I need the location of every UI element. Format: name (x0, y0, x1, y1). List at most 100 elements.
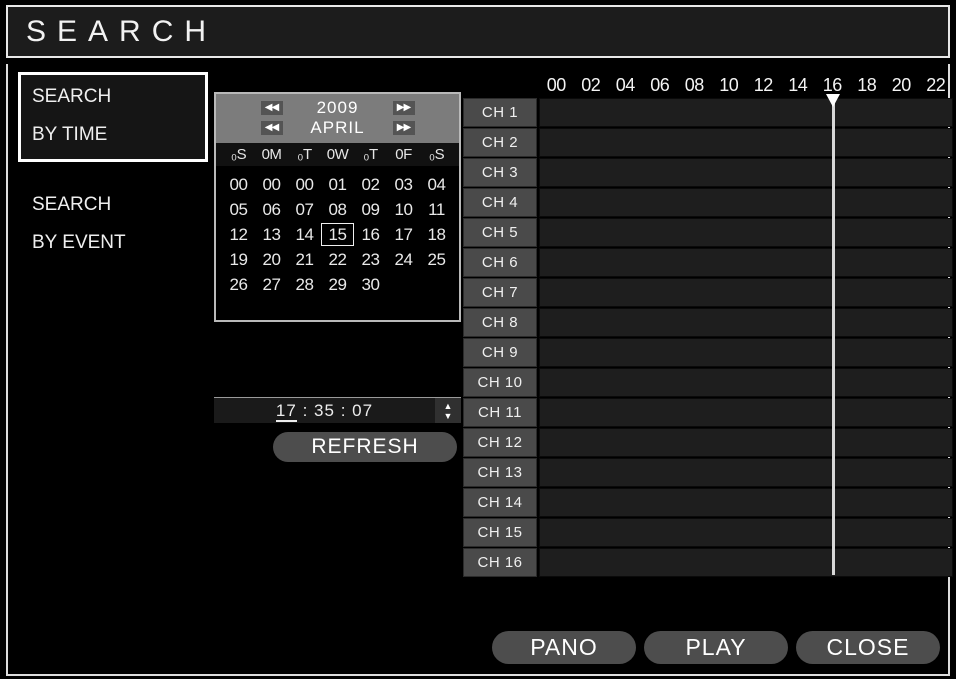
timeline-row: CH 3 (463, 157, 953, 188)
calendar-day-cell[interactable]: 22 (321, 248, 354, 271)
timeline-playhead[interactable] (826, 94, 841, 575)
channel-label[interactable]: CH 2 (463, 127, 537, 158)
spinner-up-icon[interactable]: ▲ (444, 401, 453, 411)
channel-label[interactable]: CH 1 (463, 98, 537, 128)
calendar-year-row: ◀◀ 2009 ▶▶ (216, 98, 459, 118)
channel-track[interactable] (539, 127, 953, 158)
channel-track[interactable] (539, 427, 953, 458)
calendar-day-cell[interactable]: 24 (387, 248, 420, 271)
timeline-channel-rows: CH 1 CH 2 CH 3 CH 4 CH 5 CH 6 CH 7 CH 8 CH 9 CH 1… (463, 98, 953, 578)
time-hours[interactable]: 17 (275, 401, 297, 422)
channel-track[interactable] (539, 487, 953, 518)
timeline-row: CH 14 (463, 487, 953, 518)
calendar-day-cell[interactable]: 18 (420, 223, 453, 246)
calendar-day-cell[interactable]: 23 (354, 248, 387, 271)
time-separator-2: : (340, 401, 347, 420)
calendar-day-cell[interactable]: 20 (255, 248, 288, 271)
timeline-row: CH 13 (463, 457, 953, 488)
channel-label[interactable]: CH 6 (463, 247, 537, 278)
play-button[interactable]: PLAY (644, 631, 788, 664)
channel-track[interactable] (539, 547, 953, 578)
pano-button[interactable]: PANO (492, 631, 636, 664)
calendar-day-cell[interactable]: 28 (288, 273, 321, 296)
calendar-year-label: 2009 (316, 98, 359, 117)
calendar-day-cell[interactable]: 02 (354, 173, 387, 196)
channel-label[interactable]: CH 8 (463, 307, 537, 338)
calendar-day-cell[interactable]: 26 (222, 273, 255, 296)
calendar-day-cell[interactable]: 00 (288, 173, 321, 196)
spinner-down-icon[interactable]: ▼ (444, 411, 453, 421)
channel-track[interactable] (539, 307, 953, 338)
channel-label[interactable]: CH 12 (463, 427, 537, 458)
calendar-panel: ◀◀ 2009 ▶▶ ◀◀ APRIL ▶▶ ₀S 0M ₀T 0W ₀T 0F… (214, 92, 461, 322)
channel-track[interactable] (539, 457, 953, 488)
channel-label[interactable]: CH 3 (463, 157, 537, 188)
calendar-day-cell[interactable]: 21 (288, 248, 321, 271)
timeline-row: CH 5 (463, 217, 953, 248)
time-stepper[interactable]: ▲ ▼ (435, 398, 461, 423)
calendar-day-cell[interactable]: 07 (288, 198, 321, 221)
channel-label[interactable]: CH 10 (463, 367, 537, 398)
calendar-day-cell[interactable]: 13 (255, 223, 288, 246)
channel-track[interactable] (539, 367, 953, 398)
hour-tick-label: 06 (650, 75, 670, 95)
next-month-icon[interactable]: ▶▶ (392, 121, 415, 135)
channel-track[interactable] (539, 98, 953, 128)
channel-track[interactable] (539, 517, 953, 548)
calendar-day-cell[interactable]: 27 (255, 273, 288, 296)
channel-label[interactable]: CH 5 (463, 217, 537, 248)
sidebar-item-search-by-event[interactable]: SEARCH BY EVENT (18, 184, 208, 264)
channel-track[interactable] (539, 277, 953, 308)
calendar-day-cell[interactable]: 14 (288, 223, 321, 246)
channel-label[interactable]: CH 7 (463, 277, 537, 308)
sidebar-item-search-by-time[interactable]: SEARCH BY TIME (18, 72, 208, 162)
channel-label[interactable]: CH 11 (463, 397, 537, 428)
calendar-day-cell[interactable]: 06 (255, 198, 288, 221)
channel-label[interactable]: CH 14 (463, 487, 537, 518)
channel-track[interactable] (539, 157, 953, 188)
calendar-grid: 00 00 00 01 02 03 04 05 06 07 08 09 10 11 12 13 14 15 16 17… (216, 166, 459, 320)
prev-year-icon[interactable]: ◀◀ (260, 101, 283, 115)
channel-label[interactable]: CH 13 (463, 457, 537, 488)
channel-track[interactable] (539, 397, 953, 428)
calendar-day-cell[interactable]: 25 (420, 248, 453, 271)
channel-label[interactable]: CH 15 (463, 517, 537, 548)
calendar-day-cell[interactable]: 08 (321, 198, 354, 221)
calendar-day-cell[interactable]: 01 (321, 173, 354, 196)
sidebar-item-search-by-event-line2: BY EVENT (32, 232, 126, 253)
next-year-icon[interactable]: ▶▶ (392, 101, 415, 115)
calendar-day-header: 0F (395, 146, 412, 163)
calendar-day-cell[interactable]: 29 (321, 273, 354, 296)
close-button[interactable]: CLOSE (796, 631, 940, 664)
calendar-day-cell[interactable]: 11 (420, 198, 453, 221)
timeline-row: CH 11 (463, 397, 953, 428)
channel-label[interactable]: CH 4 (463, 187, 537, 218)
calendar-day-cell[interactable]: 04 (420, 173, 453, 196)
refresh-button[interactable]: REFRESH (273, 432, 457, 462)
calendar-day-cell[interactable]: 00 (222, 173, 255, 196)
channel-track[interactable] (539, 247, 953, 278)
calendar-day-cell[interactable]: 30 (354, 273, 387, 296)
calendar-day-cell[interactable]: 16 (354, 223, 387, 246)
calendar-day-cell[interactable]: 03 (387, 173, 420, 196)
channel-track[interactable] (539, 217, 953, 248)
calendar-day-cell[interactable]: 09 (354, 198, 387, 221)
time-field[interactable]: 17 : 35 : 07 ▲ ▼ (214, 397, 461, 423)
calendar-day-cell[interactable]: 15 (321, 223, 354, 246)
timeline-row: CH 15 (463, 517, 953, 548)
calendar-day-cell[interactable]: 12 (222, 223, 255, 246)
time-minutes[interactable]: 35 (314, 401, 335, 420)
channel-label[interactable]: CH 16 (463, 547, 537, 578)
hour-tick-label: 02 (581, 75, 601, 95)
calendar-day-cell[interactable]: 05 (222, 198, 255, 221)
channel-track[interactable] (539, 337, 953, 368)
calendar-day-cell[interactable]: 19 (222, 248, 255, 271)
time-seconds[interactable]: 07 (352, 401, 373, 420)
calendar-day-cell[interactable]: 00 (255, 173, 288, 196)
channel-track[interactable] (539, 187, 953, 218)
calendar-day-cell[interactable]: 10 (387, 198, 420, 221)
channel-label[interactable]: CH 9 (463, 337, 537, 368)
timeline-row: CH 10 (463, 367, 953, 398)
calendar-day-cell[interactable]: 17 (387, 223, 420, 246)
prev-month-icon[interactable]: ◀◀ (260, 121, 283, 135)
